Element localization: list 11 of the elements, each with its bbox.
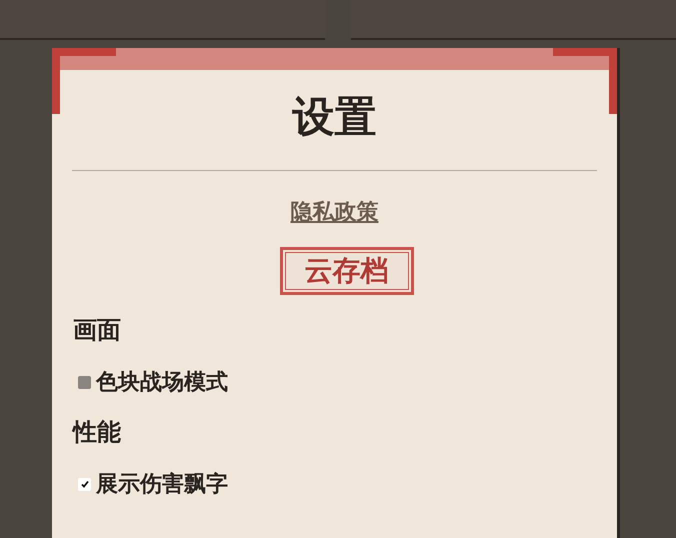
option-label: 展示伤害飘字 xyxy=(96,470,228,499)
checkbox[interactable] xyxy=(78,376,91,388)
section-heading: 画面 xyxy=(73,315,122,346)
privacy-policy-link[interactable]: 隐私政策 xyxy=(290,197,378,227)
cloud-save-button[interactable]: 云存档 xyxy=(280,247,414,295)
section-heading: 性能 xyxy=(73,417,122,448)
corner-bracket xyxy=(553,48,617,114)
dialog-title: 设置 xyxy=(291,92,378,142)
option-label: 色块战场模式 xyxy=(96,369,228,397)
corner-bracket xyxy=(52,48,116,114)
checkbox[interactable] xyxy=(78,478,91,490)
